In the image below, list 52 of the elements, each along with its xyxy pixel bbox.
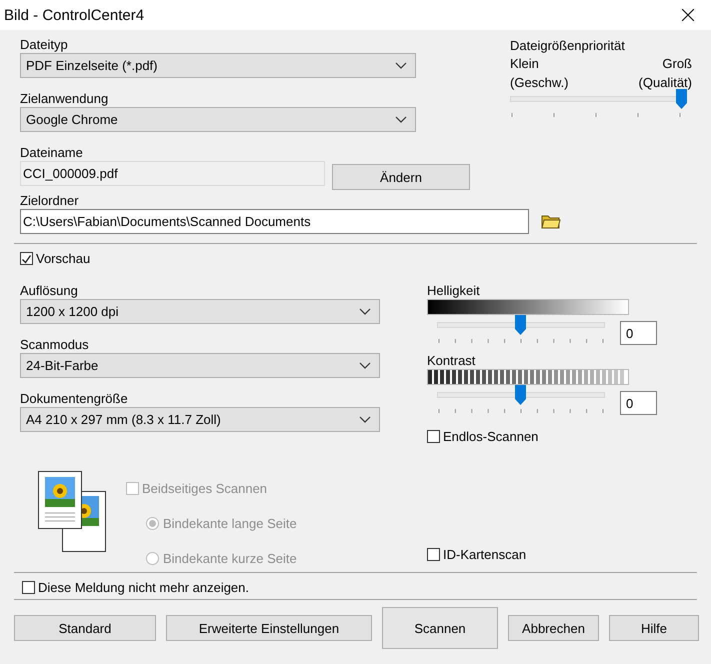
field-label: Dateityp <box>20 37 69 52</box>
chevron-icon <box>359 362 371 369</box>
dialog-button[interactable]: Erweiterte Einstellungen <box>166 615 372 641</box>
max-label: Groß <box>662 55 692 73</box>
contrast-value-field[interactable]: 0 <box>620 391 657 415</box>
file-name-field[interactable]: CCI_000009.pdf <box>20 161 325 186</box>
chevron-icon <box>359 416 371 423</box>
chevron-icon <box>359 308 371 315</box>
close-icon <box>682 9 694 21</box>
chevron-icon <box>395 116 407 123</box>
dropdown[interactable]: 1200 x 1200 dpi <box>20 299 380 324</box>
max-note: (Qualität) <box>638 74 692 92</box>
min-note: (Geschw.) <box>510 74 569 92</box>
slider-thumb[interactable] <box>515 315 526 335</box>
radio-label: Bindekante lange Seite <box>163 516 297 531</box>
checkbox-label: ID-Kartenscan <box>443 547 526 562</box>
checkbox[interactable] <box>427 548 440 561</box>
duplex-pages-icon <box>38 471 108 553</box>
brightness-value-field[interactable]: 0 <box>620 321 657 345</box>
checkbox[interactable] <box>20 252 33 265</box>
radio-label: Bindekante kurze Seite <box>163 551 297 566</box>
dialog-button[interactable]: Standard <box>14 615 156 641</box>
dialog-button[interactable]: Scannen <box>382 607 498 649</box>
checkbox[interactable] <box>22 581 35 594</box>
slider-label: Dateigrößenpriorität <box>510 38 626 53</box>
checkbox-label: Endlos-Scannen <box>443 429 538 444</box>
folder-icon[interactable] <box>541 214 561 229</box>
slider-label: Kontrast <box>427 353 476 368</box>
dropdown[interactable]: A4 210 x 297 mm (8.3 x 11.7 Zoll) <box>20 407 380 432</box>
dialog-button[interactable]: Abbrechen <box>508 615 599 641</box>
dropdown[interactable]: 24-Bit-Farbe <box>20 353 380 378</box>
folder-path-field[interactable]: C:\Users\Fabian\Documents\Scanned Documents <box>20 209 529 234</box>
checkbox-label: Diese Meldung nicht mehr anzeigen. <box>38 580 250 595</box>
field-label: Scanmodus <box>20 337 90 352</box>
field-label: Auflösung <box>20 283 79 298</box>
field-label: Dateiname <box>20 145 84 160</box>
slider-label: Helligkeit <box>427 283 481 298</box>
min-label: Klein <box>510 55 539 73</box>
slider-thumb[interactable] <box>515 385 526 405</box>
chevron-icon <box>395 62 407 69</box>
field-label: Zielordner <box>20 193 80 208</box>
field-label: Dokumentengröße <box>20 391 129 406</box>
dropdown[interactable]: Google Chrome <box>20 107 416 132</box>
window-title: Bild - ControlCenter4 <box>4 6 144 24</box>
dropdown[interactable]: PDF Einzelseite (*.pdf) <box>20 53 416 78</box>
slider-thumb[interactable] <box>676 89 687 109</box>
checkbox[interactable] <box>427 430 440 443</box>
checkbox-label: Beidseitiges Scannen <box>142 481 268 496</box>
change-button[interactable]: Ändern <box>332 164 470 190</box>
dialog-button[interactable]: Hilfe <box>609 615 699 641</box>
field-label: Zielanwendung <box>20 91 110 106</box>
checkbox-label: Vorschau <box>36 251 90 266</box>
